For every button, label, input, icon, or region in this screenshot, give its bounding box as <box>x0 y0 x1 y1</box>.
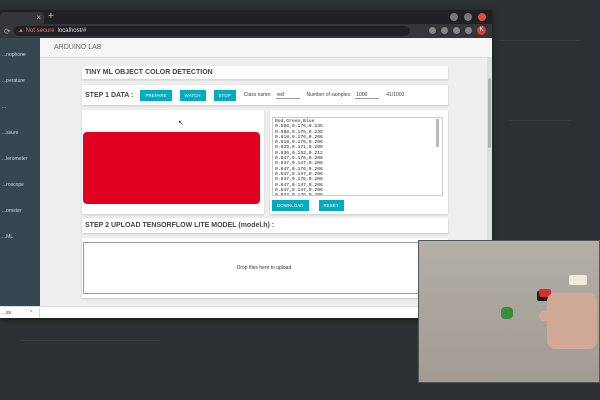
chalk-line <box>510 120 570 121</box>
extension-icon[interactable] <box>453 27 460 34</box>
reset-button[interactable]: RESET <box>318 200 344 211</box>
file-drop-zone[interactable]: Drop files here to upload <box>83 242 445 294</box>
color-preview-card: ↖ <box>82 110 264 214</box>
sidebar-item-pressure[interactable]: ...ssure <box>0 120 40 146</box>
step1-data-panel: STEP 1 DATA : PREPARE WATCH STOP Class n… <box>82 85 448 105</box>
camera-video-overlay <box>418 240 600 383</box>
color-swatch <box>83 132 260 204</box>
reload-icon[interactable]: ⟳ <box>4 27 11 36</box>
chalk-line <box>500 40 580 41</box>
download-item-label: ...sv <box>2 310 12 316</box>
tab-bar: × + <box>0 10 492 24</box>
class-name-label: Class name: <box>243 92 272 98</box>
samples-label: Number of samples: <box>306 92 352 98</box>
page-title: TINY ML OBJECT COLOR DETECTION <box>82 66 448 79</box>
security-indicator[interactable]: ▲ Not secure <box>18 28 55 34</box>
profile-avatar[interactable]: K <box>477 26 486 35</box>
sidebar-item-microphone[interactable]: ...nophone <box>0 42 40 68</box>
url-field[interactable]: ▲ Not secure localhost/# <box>14 26 410 36</box>
puzzle-icon[interactable] <box>465 27 472 34</box>
scrollbar-thumb[interactable] <box>488 78 491 148</box>
textarea-scrollbar[interactable] <box>436 119 439 147</box>
mouse-cursor-icon: ↖ <box>178 120 184 127</box>
step2-label: STEP 2 UPLOAD TENSORFLOW LITE MODEL (mod… <box>82 218 448 233</box>
address-bar: ⟳ ▲ Not secure localhost/# K <box>0 24 492 38</box>
sidebar-item-temperature[interactable]: ...perature <box>0 68 40 94</box>
sidebar-item-gyroscope[interactable]: ...roscope <box>0 172 40 198</box>
chevron-up-icon[interactable]: ^ <box>30 308 32 318</box>
url-text[interactable]: localhost/# <box>58 28 87 34</box>
step1-label: STEP 1 DATA : <box>85 91 134 99</box>
sidebar-item-accelerometer[interactable]: ...lerometer <box>0 146 40 172</box>
chalk-line <box>20 340 160 341</box>
white-block <box>569 275 587 285</box>
sidebar-item-tinyml[interactable]: ...ML <box>0 224 40 250</box>
hand <box>547 293 597 349</box>
class-name-input[interactable] <box>275 91 300 99</box>
download-item[interactable]: ...sv ^ <box>0 308 40 318</box>
green-block <box>501 307 513 319</box>
close-tab-icon[interactable]: × <box>36 12 41 24</box>
new-tab-button[interactable]: + <box>48 11 54 23</box>
download-button[interactable]: DOWNLOAD <box>272 200 309 211</box>
samples-input[interactable] <box>355 91 380 99</box>
app-header: ARDUINO LAB <box>40 38 492 58</box>
watch-button[interactable]: WATCH <box>179 89 206 101</box>
finger <box>539 311 561 321</box>
star-icon[interactable] <box>429 27 436 34</box>
data-panel: Red,Green,Blue 0.588,0.176,0.235 0.588,0… <box>270 110 448 214</box>
browser-tab[interactable]: × <box>0 12 44 24</box>
data-textarea[interactable]: Red,Green,Blue 0.588,0.176,0.235 0.588,0… <box>272 117 443 196</box>
extension-icon[interactable] <box>441 27 448 34</box>
maximize-icon[interactable] <box>464 13 472 21</box>
stop-button[interactable]: STOP <box>213 89 236 101</box>
close-window-icon[interactable] <box>478 13 486 21</box>
sample-counter: 41/1000 <box>386 92 405 98</box>
sidebar: ...nophone ...perature ... ...ssure ...l… <box>0 38 40 306</box>
sidebar-item-3[interactable]: ... <box>0 94 40 120</box>
prepare-button[interactable]: PREPARE <box>140 89 172 101</box>
upload-card: Drop files here to upload <box>82 238 448 298</box>
drop-zone-text: Drop files here to upload <box>236 265 292 271</box>
minimize-icon[interactable] <box>450 13 458 21</box>
data-actions: DOWNLOAD RESET <box>272 200 354 211</box>
extension-icons <box>429 27 472 34</box>
sidebar-item-magnetometer[interactable]: ...ometer <box>0 198 40 224</box>
